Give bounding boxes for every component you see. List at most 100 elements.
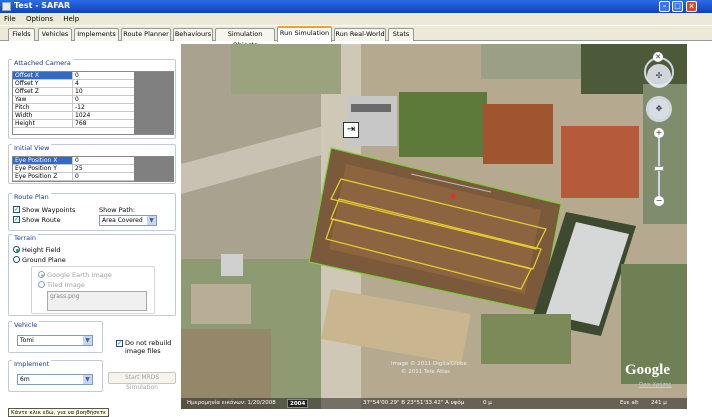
vehicle-group: Vehicle Tomi ▼ bbox=[8, 321, 103, 353]
grid-value[interactable]: 0 bbox=[75, 157, 133, 164]
grid-value[interactable]: 0 bbox=[75, 72, 133, 79]
historical-imagery-button[interactable]: 2004 bbox=[287, 399, 309, 408]
minimize-button[interactable]: – bbox=[659, 1, 670, 12]
texture-file-value: grass.png bbox=[50, 293, 80, 300]
eye-altitude-value: 241 μ bbox=[651, 400, 667, 406]
window-title: Test - SAFAR bbox=[14, 1, 71, 10]
implement-value: 6m bbox=[20, 376, 30, 383]
route-plan-title: Route Plan bbox=[12, 193, 51, 201]
grid-key: Height bbox=[13, 120, 73, 127]
grid-key: Pitch bbox=[13, 104, 73, 111]
height-field-label: Height Field bbox=[22, 246, 61, 254]
height-field-radio[interactable] bbox=[13, 246, 20, 253]
elevation-readout: 0 μ bbox=[483, 400, 492, 406]
chevron-down-icon[interactable]: ▼ bbox=[83, 336, 92, 345]
close-overlay-icon[interactable]: ✕ bbox=[653, 52, 663, 62]
terms-link[interactable]: Όροι Χρήσης bbox=[639, 382, 672, 388]
menu-bar: File Options Help bbox=[0, 13, 712, 25]
right-margin bbox=[687, 41, 712, 410]
texture-file-input[interactable]: grass.png bbox=[47, 291, 147, 311]
tab-fields[interactable]: Fields bbox=[8, 28, 35, 41]
grid-key: Eye Position Z bbox=[13, 173, 73, 180]
implement-group: Implement 6m ▼ bbox=[8, 360, 103, 392]
chevron-down-icon[interactable]: ▼ bbox=[147, 216, 156, 225]
show-path-select[interactable]: Area Covered ▼ bbox=[99, 215, 157, 226]
tab-stats[interactable]: Stats bbox=[388, 28, 414, 41]
attached-camera-title: Attached Camera bbox=[12, 59, 73, 67]
move-compass-icon[interactable]: ✥ bbox=[648, 98, 670, 120]
satellite-image bbox=[181, 44, 687, 409]
tiled-image-label: Tiled Image bbox=[47, 281, 85, 289]
grid-value[interactable]: 4 bbox=[75, 80, 133, 87]
tab-route-planner[interactable]: Route Planner bbox=[121, 28, 171, 41]
copyright-digitalglobe: Image © 2011 DigitalGlobe bbox=[391, 361, 467, 367]
show-route-checkbox[interactable]: ✓ bbox=[13, 216, 20, 223]
tiled-image-radio[interactable] bbox=[38, 281, 45, 288]
show-waypoints-checkbox[interactable]: ✓ bbox=[13, 206, 20, 213]
placemark-icon[interactable]: ⇥ bbox=[343, 122, 359, 138]
terrain-group: Terrain Height Field Ground Plane Google… bbox=[8, 234, 176, 316]
close-button[interactable]: × bbox=[686, 1, 697, 12]
copyright-teleatlas: © 2011 Tele Atlas bbox=[401, 369, 451, 375]
menu-help[interactable]: Help bbox=[59, 13, 83, 25]
show-route-label: Show Route bbox=[22, 216, 61, 224]
app-icon bbox=[2, 2, 11, 11]
grid-key: Offset Y bbox=[13, 80, 73, 87]
ground-plane-radio[interactable] bbox=[13, 256, 20, 263]
chevron-down-icon[interactable]: ▼ bbox=[83, 375, 92, 384]
google-earth-image-label: Google Earth Image bbox=[47, 271, 112, 279]
attached-camera-group: Attached Camera Offset X0 Offset Y4 Offs… bbox=[8, 59, 176, 139]
tab-simulation-objects[interactable]: Simulation Objects bbox=[215, 28, 275, 49]
initial-view-group: Initial View Eye Position X0 Eye Positio… bbox=[8, 144, 176, 184]
grid-value[interactable]: 0 bbox=[75, 96, 133, 103]
zoom-out-icon[interactable]: − bbox=[654, 196, 664, 206]
grid-empty-area bbox=[134, 72, 174, 134]
grid-key: Eye Position X bbox=[13, 157, 73, 164]
vehicle-value: Tomi bbox=[20, 337, 34, 344]
ground-plane-options: Google Earth Image Tiled Image grass.png bbox=[31, 266, 155, 314]
grid-value[interactable]: 1024 bbox=[75, 112, 133, 119]
start-simulation-button[interactable]: Start MRDS Simulation bbox=[108, 372, 176, 391]
implement-title: Implement bbox=[12, 360, 52, 368]
status-tooltip: Κάντε κλικ εδώ, για να βοηθήσετε bbox=[8, 408, 110, 417]
grid-key: Eye Position Y bbox=[13, 165, 73, 172]
grid-key: Offset Z bbox=[13, 88, 73, 95]
title-bar: Test - SAFAR – □ × bbox=[0, 0, 712, 13]
show-path-label: Show Path: bbox=[99, 206, 136, 214]
google-earth-image-radio[interactable] bbox=[38, 271, 45, 278]
satellite-map[interactable]: ✕ ✣ ✥ + − ⇥ Image © 2011 DigitalGlobe © … bbox=[181, 44, 687, 409]
grid-key: Width bbox=[13, 112, 73, 119]
grid-empty-area bbox=[134, 157, 174, 181]
terrain-title: Terrain bbox=[12, 234, 39, 242]
grid-value[interactable]: -12 bbox=[75, 104, 133, 111]
google-logo: Google bbox=[625, 362, 670, 378]
coordinates-readout: 37°54'00.29" Β 23°51'33.42" Α υψόμ bbox=[363, 400, 465, 406]
zoom-slider-handle[interactable] bbox=[654, 166, 664, 171]
grid-value[interactable]: 0 bbox=[75, 173, 133, 180]
attached-camera-grid[interactable]: Offset X0 Offset Y4 Offset Z 10 Yaw 0 Pitc… bbox=[12, 71, 174, 135]
tab-run-simulation[interactable]: Run Simulation bbox=[277, 26, 332, 42]
grid-key: Yaw bbox=[13, 96, 73, 103]
look-compass-icon[interactable]: ✣ bbox=[647, 64, 671, 88]
initial-view-grid[interactable]: Eye Position X0 Eye Position Y 25 Eye Pos… bbox=[12, 156, 174, 182]
implement-select[interactable]: 6m ▼ bbox=[17, 374, 93, 385]
tab-implements[interactable]: Implements bbox=[74, 28, 119, 41]
tab-run-real-world[interactable]: Run Real-World bbox=[334, 28, 386, 41]
tab-vehicles[interactable]: Vehicles bbox=[38, 28, 72, 41]
vehicle-title: Vehicle bbox=[12, 321, 40, 329]
show-path-value: Area Covered bbox=[102, 217, 143, 224]
menu-options[interactable]: Options bbox=[22, 13, 57, 25]
grid-value[interactable]: 25 bbox=[75, 165, 133, 172]
zoom-in-icon[interactable]: + bbox=[654, 128, 664, 138]
settings-panel: Attached Camera Offset X0 Offset Y4 Offs… bbox=[8, 44, 178, 406]
maximize-button[interactable]: □ bbox=[672, 1, 683, 12]
menu-file[interactable]: File bbox=[0, 13, 20, 25]
grid-key: Offset X bbox=[13, 72, 73, 79]
tab-behaviours[interactable]: Behaviours bbox=[173, 28, 213, 41]
grid-value[interactable]: 10 bbox=[75, 88, 133, 95]
do-not-rebuild-checkbox[interactable]: ✓ bbox=[116, 340, 123, 347]
grid-value[interactable]: 768 bbox=[75, 120, 133, 127]
eye-altitude-label: Ευε alt bbox=[620, 400, 639, 406]
vehicle-select[interactable]: Tomi ▼ bbox=[17, 335, 93, 346]
map-status-bar: Ημερομηνία εικόνων: 1/20/2008 2004 37°54… bbox=[181, 398, 687, 409]
